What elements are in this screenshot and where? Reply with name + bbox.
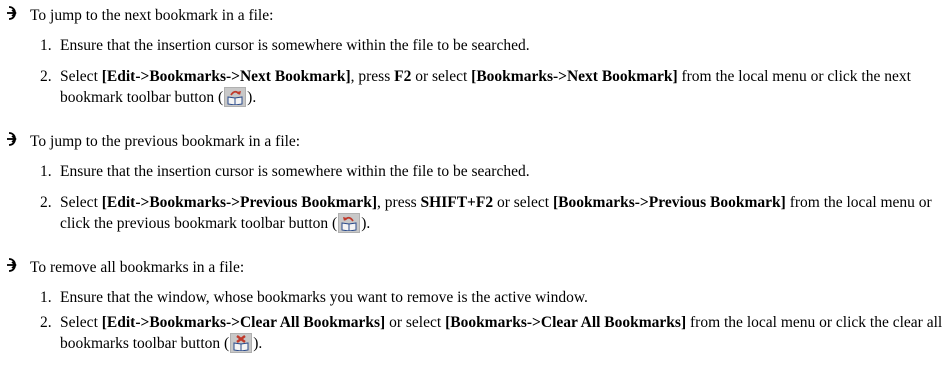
step-number: 1. [40,37,52,54]
text-run: Select [60,194,102,211]
text-run: , press [350,68,395,85]
step-number: 2. [40,314,52,331]
text-run: ). [247,89,257,106]
text-run: or select [493,194,553,211]
menu-path: [Bookmarks->Previous Bookmark] [552,194,786,211]
menu-path: [Edit->Bookmarks->Clear All Bookmarks] [101,314,386,331]
step-number: 1. [40,289,52,306]
step-text: Select [Edit->Bookmarks->Next Bookmark],… [60,66,946,108]
key-combo: F2 [394,68,412,85]
task-title: To remove all bookmarks in a file: [30,259,245,276]
step-text: Select [Edit->Bookmarks->Previous Bookma… [60,192,946,234]
step-number: 2. [40,68,52,85]
key-combo: SHIFT+F2 [420,194,494,211]
task-title: To jump to the next bookmark in a file: [30,7,274,24]
clear-all-bookmarks-icon [230,333,253,353]
menu-path: [Bookmarks->Clear All Bookmarks] [445,314,687,331]
text-run: ). [361,215,371,232]
task-title: To jump to the previous bookmark in a fi… [30,133,301,150]
arrow-bullet-icon [6,5,22,25]
step-number: 1. [40,163,52,180]
menu-path: [Edit->Bookmarks->Previous Bookmark] [101,194,378,211]
text-run: or select [385,314,446,331]
step-text: Ensure that the window, whose bookmarks … [60,289,588,306]
step-text: Ensure that the insertion cursor is some… [60,37,530,54]
step-text: Ensure that the insertion cursor is some… [60,163,530,180]
previous-bookmark-icon [338,213,361,233]
text-run: Select [60,68,102,85]
text-run: Select [60,314,102,331]
step-number: 2. [40,194,52,211]
next-bookmark-icon [224,87,247,107]
menu-path: [Bookmarks->Next Bookmark] [471,68,678,85]
menu-path: [Edit->Bookmarks->Next Bookmark] [101,68,351,85]
step-text: Select [Edit->Bookmarks->Clear All Bookm… [60,312,946,354]
text-run: ). [253,335,263,352]
arrow-bullet-icon [6,131,22,151]
text-run: , press [377,194,421,211]
text-run: or select [411,68,472,85]
arrow-bullet-icon [6,257,22,277]
